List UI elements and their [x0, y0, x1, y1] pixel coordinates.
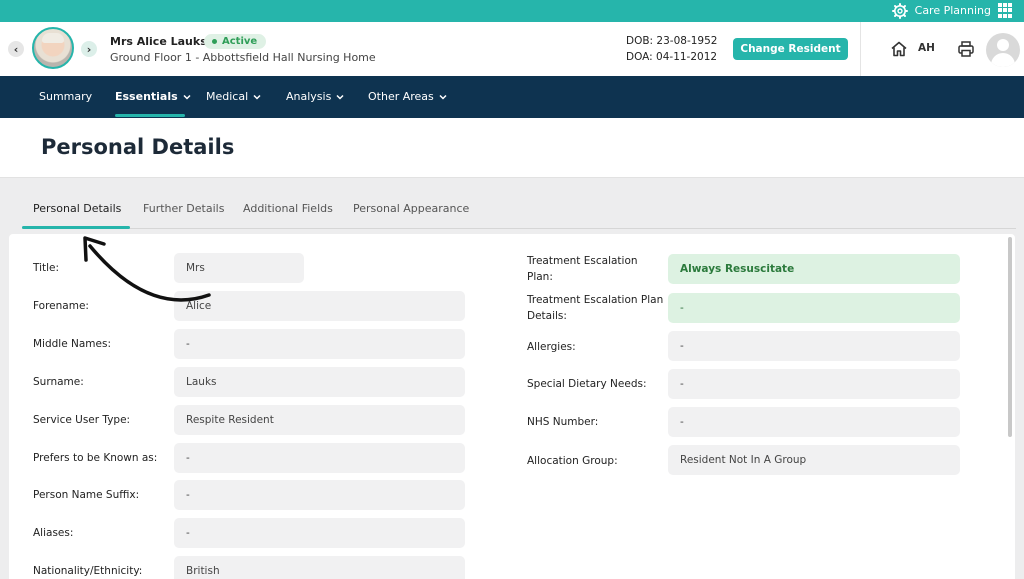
field-value-dietary-needs: -	[668, 369, 960, 399]
field-label-middle-names: Middle Names:	[33, 338, 112, 350]
top-app-bar: Care Planning	[0, 0, 1024, 22]
page-title-bar: Personal Details	[0, 118, 1024, 178]
field-value-treatment-escalation-plan: Always Resuscitate	[668, 254, 960, 284]
field-label-service-user-type: Service User Type:	[33, 414, 131, 426]
header-divider	[860, 22, 861, 76]
field-value-name-suffix: -	[174, 480, 465, 510]
main-navigation: Summary Essentials Medical Analysis Othe…	[0, 76, 1024, 118]
change-resident-button[interactable]: Change Resident	[733, 38, 848, 60]
apps-grid-icon[interactable]	[998, 3, 1013, 18]
chevron-right-icon[interactable]: ›	[81, 41, 97, 57]
nav-item-medical[interactable]: Medical	[206, 90, 261, 103]
tab-personal-appearance[interactable]: Personal Appearance	[353, 202, 469, 215]
user-initials[interactable]: AH	[918, 42, 935, 54]
printer-icon[interactable]	[957, 40, 975, 58]
field-label-preferred-name: Prefers to be Known as:	[33, 452, 158, 464]
nav-item-other-areas[interactable]: Other Areas	[368, 90, 447, 103]
status-badge: Active	[204, 34, 267, 49]
resident-photo	[32, 27, 74, 69]
field-value-surname: Lauks	[174, 367, 465, 397]
annotation-arrow-icon	[83, 236, 211, 302]
field-label-name-suffix: Person Name Suffix:	[33, 489, 140, 501]
field-value-treatment-plan-details: -	[668, 293, 960, 323]
field-value-service-user-type: Respite Resident	[174, 405, 465, 435]
field-value-nationality: British	[174, 556, 465, 579]
resident-header: ‹ › Mrs Alice Lauks Active Ground Floor …	[0, 22, 1024, 76]
tab-personal-details[interactable]: Personal Details	[33, 202, 121, 215]
nav-item-essentials[interactable]: Essentials	[115, 90, 191, 103]
chevron-down-icon	[439, 94, 447, 100]
scrollbar[interactable]	[1008, 237, 1012, 437]
tab-divider	[22, 228, 1016, 229]
nav-item-label: Summary	[39, 90, 93, 103]
field-value-nhs-number: -	[668, 407, 960, 437]
nav-item-label: Other Areas	[368, 90, 434, 103]
nav-active-indicator	[115, 114, 185, 117]
user-avatar-icon[interactable]	[986, 33, 1020, 67]
field-value-preferred-name: -	[174, 443, 465, 473]
field-label-allocation-group: Allocation Group:	[527, 455, 618, 467]
field-value-aliases: -	[174, 518, 465, 548]
field-label-title: Title:	[33, 262, 60, 274]
nav-item-analysis[interactable]: Analysis	[286, 90, 344, 103]
field-value-forename: Alice	[174, 291, 465, 321]
field-label-treatment-plan-details: Treatment Escalation Plan Details:	[527, 294, 664, 322]
app-switcher-label[interactable]: Care Planning	[915, 4, 991, 17]
nav-item-label: Medical	[206, 90, 249, 103]
tab-further-details[interactable]: Further Details	[143, 202, 224, 215]
field-label-nationality: Nationality/Ethnicity:	[33, 565, 143, 577]
date-of-admission: DOA: 04-11-2012	[626, 51, 718, 63]
field-value-middle-names: -	[174, 329, 465, 359]
nav-item-summary[interactable]: Summary	[39, 90, 92, 103]
chevron-down-icon	[183, 94, 191, 100]
field-value-allergies: -	[668, 331, 960, 361]
nav-item-label: Analysis	[286, 90, 332, 103]
date-of-birth: DOB: 23-08-1952	[626, 35, 718, 47]
field-label-dietary-needs: Special Dietary Needs:	[527, 378, 647, 390]
gear-icon[interactable]	[892, 3, 908, 19]
detail-tabs: Personal Details Further Details Additio…	[0, 178, 1024, 230]
field-label-surname: Surname:	[33, 376, 84, 388]
chevron-down-icon	[253, 94, 261, 100]
home-icon[interactable]	[890, 40, 908, 58]
resident-location: Ground Floor 1 - Abbottsfield Hall Nursi…	[110, 51, 376, 64]
nav-item-label: Essentials	[115, 90, 178, 103]
field-label-treatment-escalation-plan: Treatment Escalation Plan:	[527, 255, 638, 283]
page-title: Personal Details	[41, 135, 235, 159]
status-dot-icon	[212, 39, 217, 44]
status-label: Active	[222, 36, 258, 47]
field-value-allocation-group: Resident Not In A Group	[668, 445, 960, 475]
field-label-nhs-number: NHS Number:	[527, 416, 599, 428]
field-label-aliases: Aliases:	[33, 527, 74, 539]
tab-additional-fields[interactable]: Additional Fields	[243, 202, 333, 215]
tab-active-indicator	[22, 226, 130, 229]
chevron-left-icon[interactable]: ‹	[8, 41, 24, 57]
field-label-allergies: Allergies:	[527, 341, 576, 353]
resident-name: Mrs Alice Lauks	[110, 35, 207, 48]
chevron-down-icon	[336, 94, 344, 100]
